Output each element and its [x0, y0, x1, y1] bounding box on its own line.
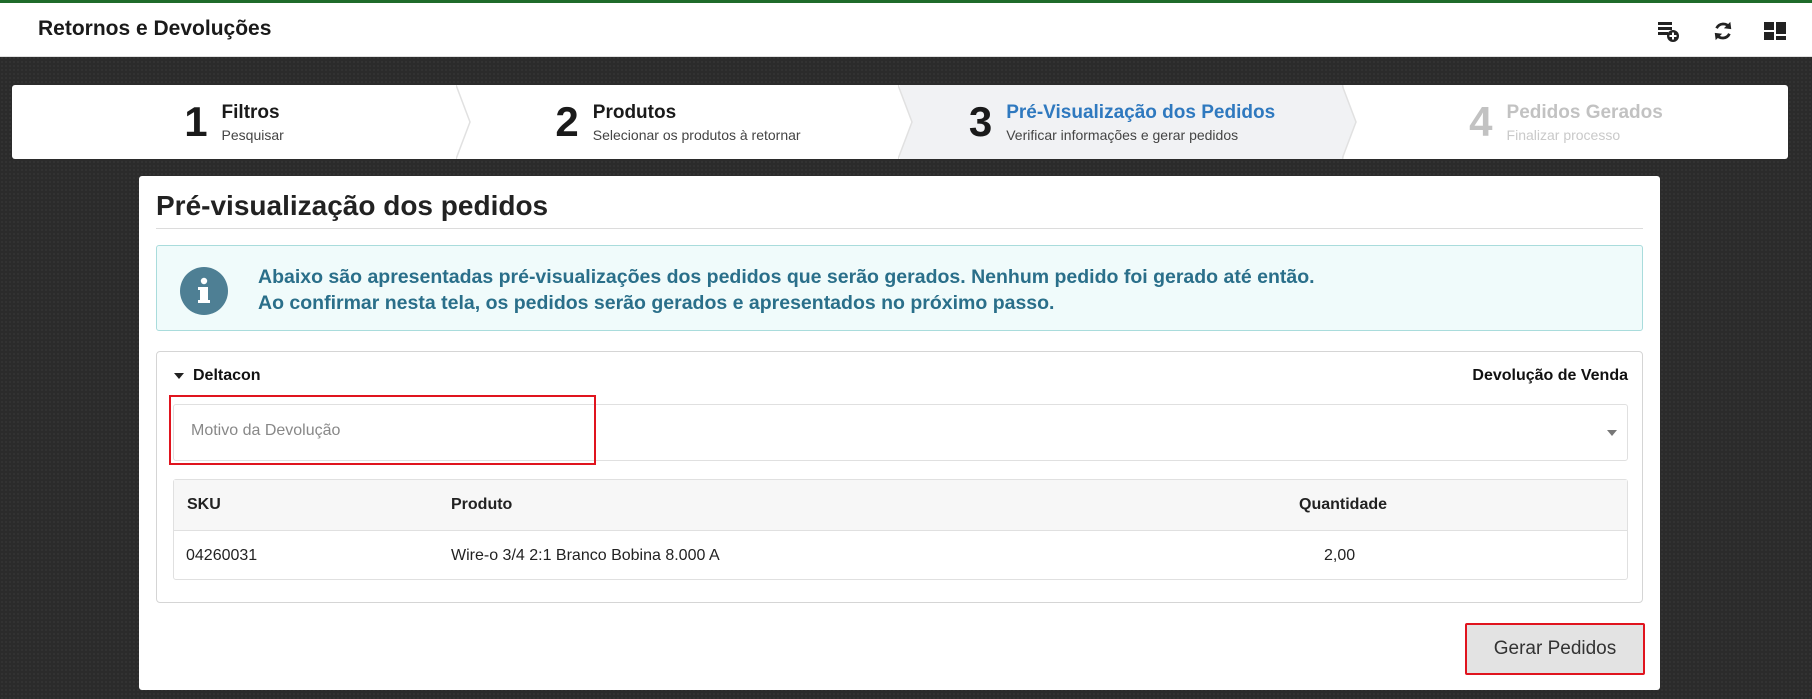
info-line: Abaixo são apresentadas pré-visualizaçõe… — [258, 266, 1315, 288]
preview-panel: Pré-visualização dos pedidos Abaixo são … — [139, 176, 1660, 690]
products-table: SKU Produto Quantidade 04260031 Wire-o 3… — [173, 479, 1628, 580]
select-placeholder: Motivo da Devolução — [191, 422, 341, 439]
order-type: Devolução de Venda — [1472, 367, 1628, 384]
wizard-step-produtos[interactable]: 2 Produtos Selecionar os produtos à reto… — [456, 85, 900, 159]
step-title: Filtros — [221, 101, 280, 123]
info-line: Ao confirmar nesta tela, os pedidos serã… — [258, 292, 1055, 314]
cell-quantidade: 2,00 — [1324, 547, 1356, 564]
info-text: Abaixo são apresentadas pré-visualizaçõe… — [258, 264, 1315, 316]
column-header-sku: SKU — [187, 496, 221, 513]
step-number: 1 — [184, 98, 208, 145]
wizard-steps: 1 Filtros Pesquisar 2 Produtos Seleciona… — [12, 85, 1788, 159]
step-title: Pedidos Gerados — [1506, 101, 1663, 123]
step-subtitle: Selecionar os produtos à retornar — [592, 126, 801, 143]
chevron-down-icon — [1607, 430, 1617, 436]
group-toggle[interactable]: Deltacon — [174, 367, 261, 385]
wizard-step-pre-visualizacao[interactable]: 3 Pré-Visualização dos Pedidos Verificar… — [900, 85, 1344, 159]
cell-sku: 04260031 — [186, 547, 258, 564]
step-subtitle: Verificar informações e gerar pedidos — [1006, 126, 1239, 143]
gerar-pedidos-button[interactable]: Gerar Pedidos — [1465, 623, 1645, 675]
app-title: Retornos e Devoluções — [38, 17, 272, 40]
divider — [156, 228, 1643, 229]
step-number: 4 — [1469, 98, 1493, 145]
order-group: Deltacon Devolução de Venda Motivo da De… — [156, 351, 1643, 603]
cell-produto: Wire-o 3/4 2:1 Branco Bobina 8.000 A — [451, 547, 720, 564]
step-title: Pré-Visualização dos Pedidos — [1006, 101, 1276, 123]
step-separator-icon — [1342, 85, 1357, 159]
column-header-produto: Produto — [451, 496, 513, 513]
step-separator-icon — [898, 85, 913, 159]
wizard-step-filtros[interactable]: 1 Filtros Pesquisar — [12, 85, 456, 159]
info-icon — [180, 267, 228, 315]
table-header — [174, 480, 1627, 531]
group-name: Deltacon — [193, 367, 261, 384]
page-title: Pré-visualização dos pedidos — [156, 190, 549, 221]
column-header-quantidade: Quantidade — [1299, 496, 1388, 513]
refresh-icon[interactable] — [1709, 17, 1737, 45]
step-number: 3 — [968, 98, 993, 145]
dashboard-icon[interactable] — [1761, 17, 1789, 45]
step-title: Produtos — [592, 101, 677, 123]
top-bar: Retornos e Devoluções — [0, 0, 1812, 57]
step-number: 2 — [555, 98, 579, 145]
info-alert: Abaixo são apresentadas pré-visualizaçõe… — [156, 245, 1643, 331]
step-subtitle: Pesquisar — [221, 126, 284, 143]
motivo-devolucao-select[interactable]: Motivo da Devolução — [173, 404, 1628, 461]
wizard-step-pedidos-gerados: 4 Pedidos Gerados Finalizar processo — [1344, 85, 1788, 159]
caret-down-icon — [174, 373, 184, 379]
step-separator-icon — [456, 85, 471, 159]
step-subtitle: Finalizar processo — [1506, 126, 1621, 143]
list-add-icon[interactable] — [1654, 17, 1682, 45]
